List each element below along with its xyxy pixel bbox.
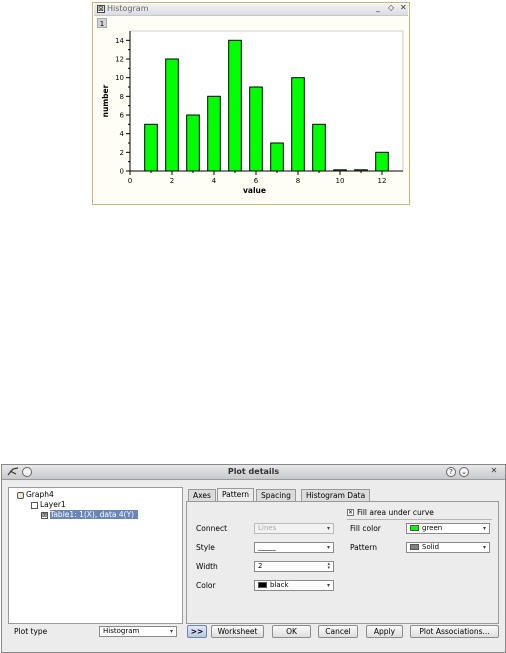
pattern-label: Pattern [350,543,377,552]
expand-button[interactable]: >> [187,625,207,638]
style-value: _____ [258,543,276,551]
tab-axes[interactable]: Axes [188,489,216,501]
fill-area-divider [347,519,492,520]
style-label: Style [196,543,215,552]
histogram-bar [291,77,305,172]
curve-icon: ⊠ [41,511,48,519]
green-swatch [410,525,419,531]
cancel-button[interactable]: Cancel [318,625,358,638]
tab-histogram-data[interactable]: Histogram Data [301,489,371,501]
y-tick-label: 4 [120,130,125,138]
histogram-bar [312,123,326,172]
tree-node-graph[interactable]: Graph4 [17,490,54,500]
color-value: black [270,581,289,589]
tree-layer-label: Layer1 [40,500,66,509]
dialog-title: Plot details [227,467,280,476]
histogram-chart: 0 2 4 6 8 10 12 14 0 2 4 6 8 10 12 value number [101,30,404,195]
apply-button[interactable]: Apply [366,625,403,638]
y-tick-label: 12 [115,56,124,64]
y-tick-label: 8 [120,93,124,101]
tab-pattern[interactable]: Pattern [217,488,254,501]
tree-node-layer[interactable]: Layer1 [31,500,66,510]
y-tick-label: 10 [115,74,124,82]
plot-type-value: Histogram [103,627,140,635]
y-tick-label: 2 [120,149,124,157]
connect-value: Lines [258,524,277,532]
spin-arrows-icon[interactable]: ▴ ▾ [327,562,330,571]
x-tick-label: 4 [212,177,217,185]
chevron-down-icon: ▾ [326,582,330,589]
chevron-down-icon: ▾ [482,544,486,551]
histogram-window: ⊠ Histogram _ ◇ ✕ 1 0 2 4 6 8 10 12 14 0 2 4 6 8 10 12… [92,2,410,205]
fill-color-label: Fill color [350,524,381,533]
pattern-value: Solid [422,543,440,551]
connect-label: Connect [196,524,228,533]
help-icon[interactable]: ? [446,467,456,477]
black-swatch [258,582,267,588]
histogram-bar [165,58,179,172]
fill-area-checkbox[interactable]: ✕ [347,509,354,516]
histogram-bar [270,142,284,172]
plot-tree: Graph4 Layer1 ⊠ Table1: 1(X), data 4(Y) [8,487,183,624]
plot-type-select[interactable]: Histogram ▾ [99,626,177,637]
tree-graph-label: Graph4 [26,490,54,499]
histogram-bar [375,151,389,172]
solid-pattern-swatch [410,544,419,550]
y-tick-label: 6 [120,112,125,120]
width-spinbox[interactable]: 2 ▴ ▾ [254,561,334,572]
menu-icon[interactable]: ⌄ [459,467,469,477]
x-tick-label: 2 [170,177,174,185]
histogram-bar [249,86,263,172]
graph-icon [17,491,24,499]
color-select[interactable]: black ▾ [254,580,334,591]
tree-node-curve[interactable]: ⊠ Table1: 1(X), data 4(Y) [41,510,139,520]
fill-color-value: green [422,524,443,532]
plot-associations-button[interactable]: Plot Associations... [410,625,499,638]
fill-area-label: Fill area under curve [357,508,434,517]
width-value: 2 [258,562,263,570]
tree-curve-label: Table1: 1(X), data 4(Y) [50,510,139,519]
x-axis-title: value [243,186,266,195]
layer-icon [31,501,38,509]
y-tick-label: 14 [115,37,124,45]
y-axis-title: number [101,84,110,117]
style-select[interactable]: _____ ▾ [254,542,334,553]
pattern-select[interactable]: Solid ▾ [406,542,490,553]
chevron-down-icon: ▾ [482,525,486,532]
plot-type-label: Plot type [14,627,48,636]
worksheet-button[interactable]: Worksheet [211,625,264,638]
x-tick-label: 12 [378,177,387,185]
histogram-bar [207,95,221,172]
tab-spacing[interactable]: Spacing [256,489,296,501]
x-tick-label: 10 [336,177,345,185]
connect-select: Lines ▾ [254,523,334,534]
x-tick-label: 8 [296,177,300,185]
histogram-bar [186,114,200,172]
histogram-bar [144,123,158,172]
y-tick-label: 0 [120,168,124,176]
dialog-close-icon[interactable]: ✕ [489,467,499,477]
fill-color-select[interactable]: green ▾ [406,523,490,534]
chevron-down-icon: ▾ [326,525,330,532]
plot-details-dialog: Plot details ? ⌄ ✕ Graph4 Layer1 ⊠ Table1… [1,464,506,653]
color-label: Color [196,581,216,590]
histogram-bar [228,39,242,172]
x-tick-label: 0 [128,177,132,185]
x-tick-label: 6 [254,177,259,185]
width-label: Width [196,562,218,571]
ok-button[interactable]: OK [272,625,311,638]
chevron-down-icon: ▾ [169,628,173,635]
dialog-title-bar[interactable]: Plot details ? ⌄ ✕ [2,465,505,480]
chevron-down-icon: ▾ [326,544,330,551]
